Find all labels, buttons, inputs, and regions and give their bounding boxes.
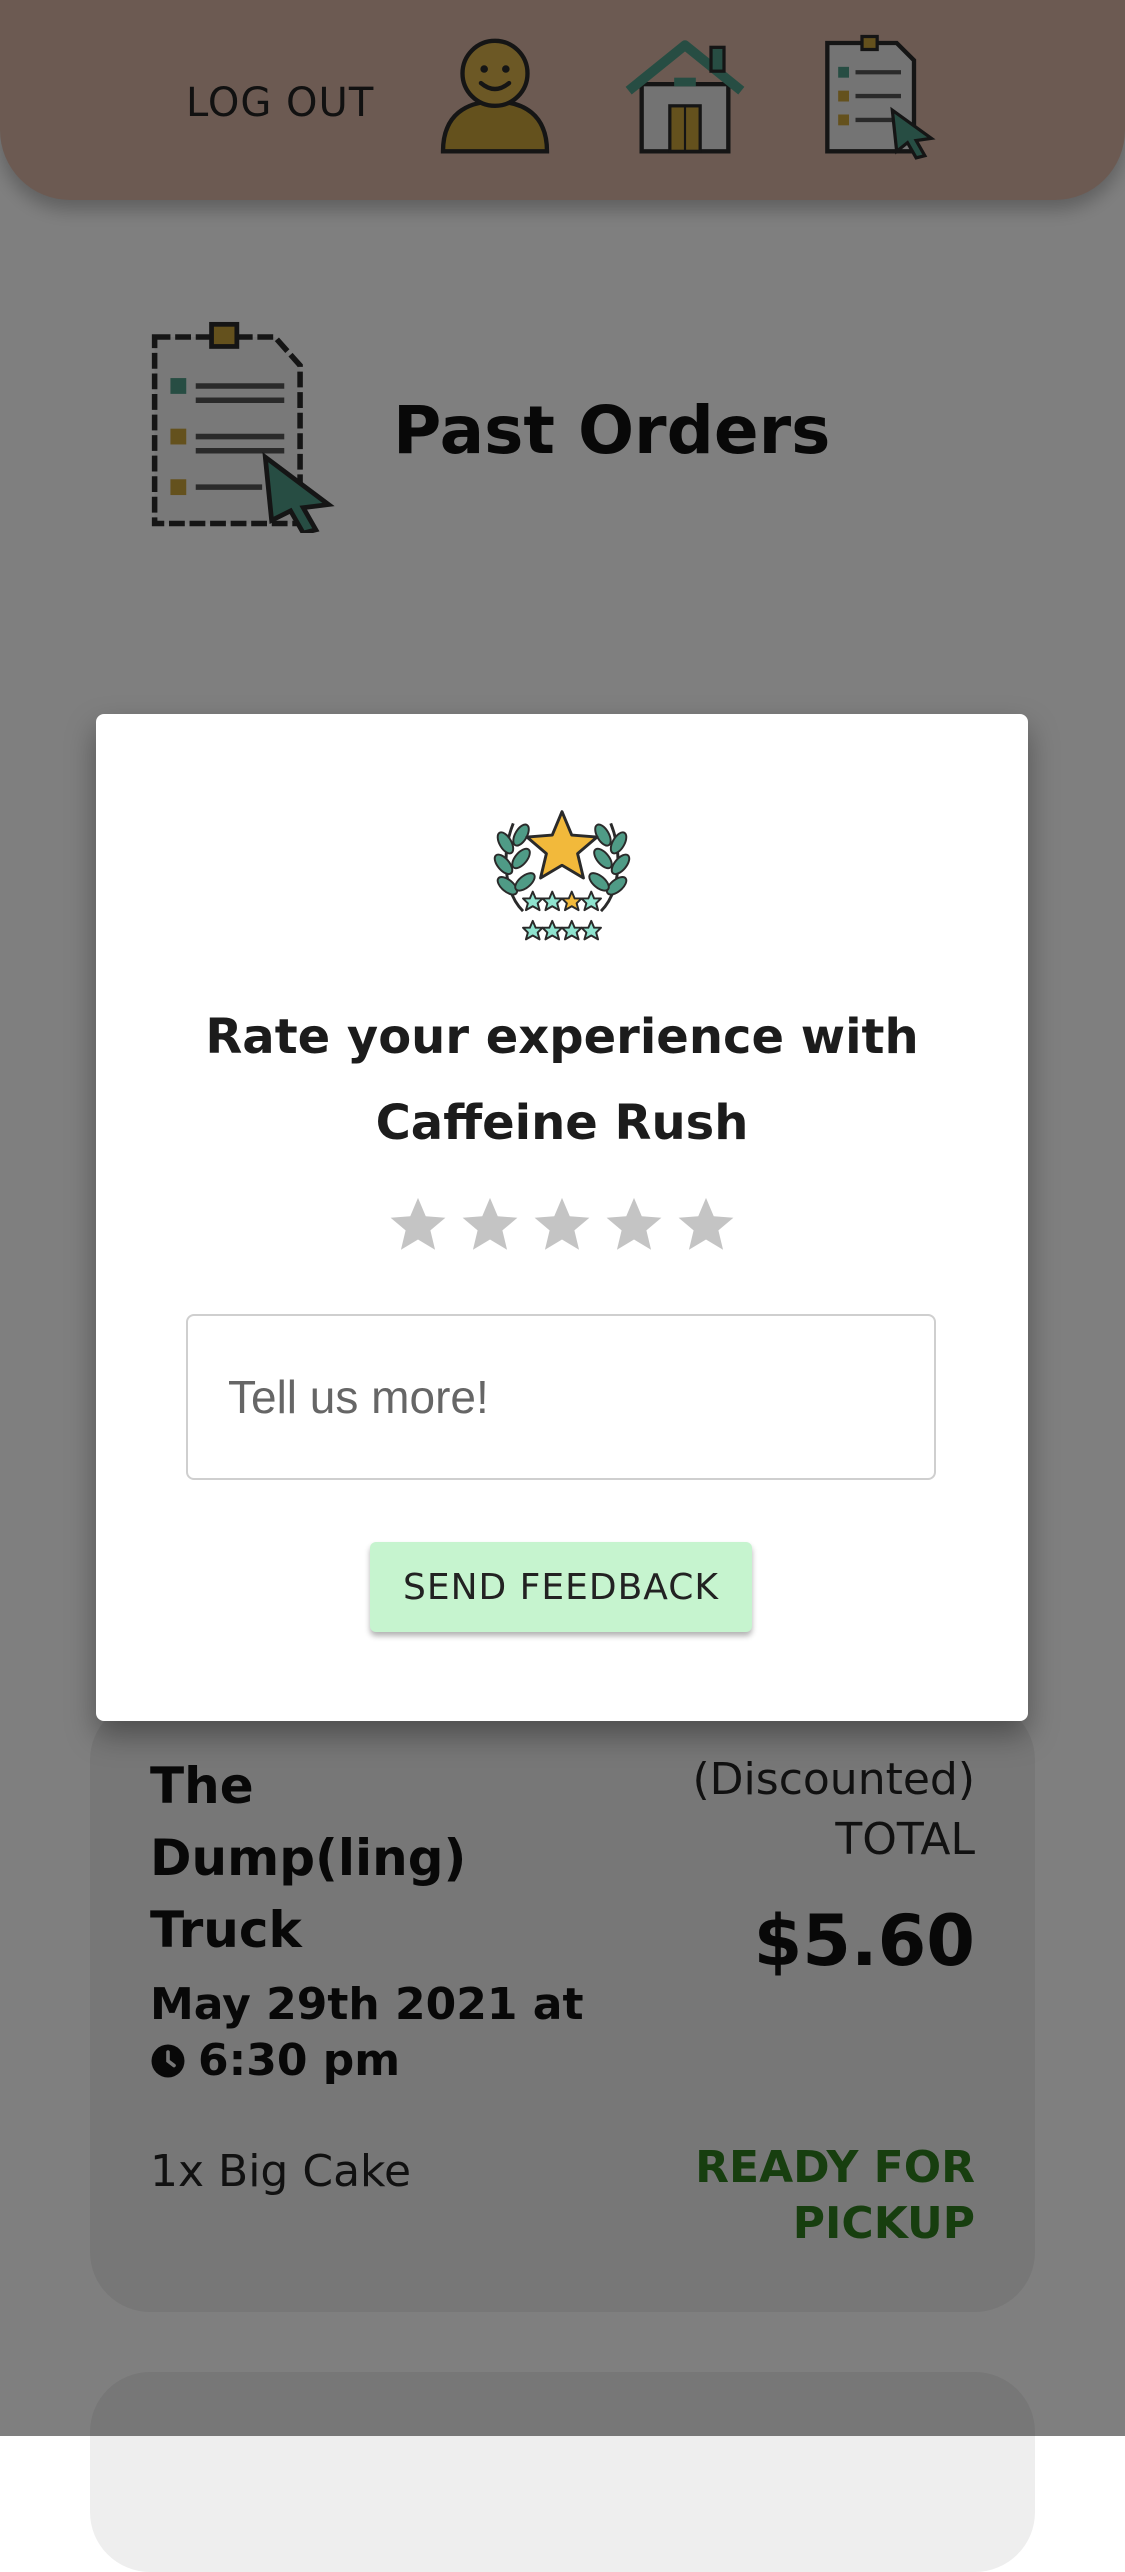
star-5-icon[interactable] <box>675 1194 737 1256</box>
send-feedback-button[interactable]: SEND FEEDBACK <box>370 1542 752 1632</box>
star-4-icon[interactable] <box>603 1194 665 1256</box>
rating-modal: Rate your experience with Caffeine Rush … <box>96 714 1028 1721</box>
star-1-icon[interactable] <box>387 1194 449 1256</box>
star-2-icon[interactable] <box>459 1194 521 1256</box>
star-rating <box>96 1194 1028 1256</box>
feedback-input[interactable] <box>186 1314 936 1480</box>
rating-award-icon <box>484 802 640 952</box>
modal-title: Rate your experience with Caffeine Rush <box>205 1009 919 1151</box>
star-3-icon[interactable] <box>531 1194 593 1256</box>
